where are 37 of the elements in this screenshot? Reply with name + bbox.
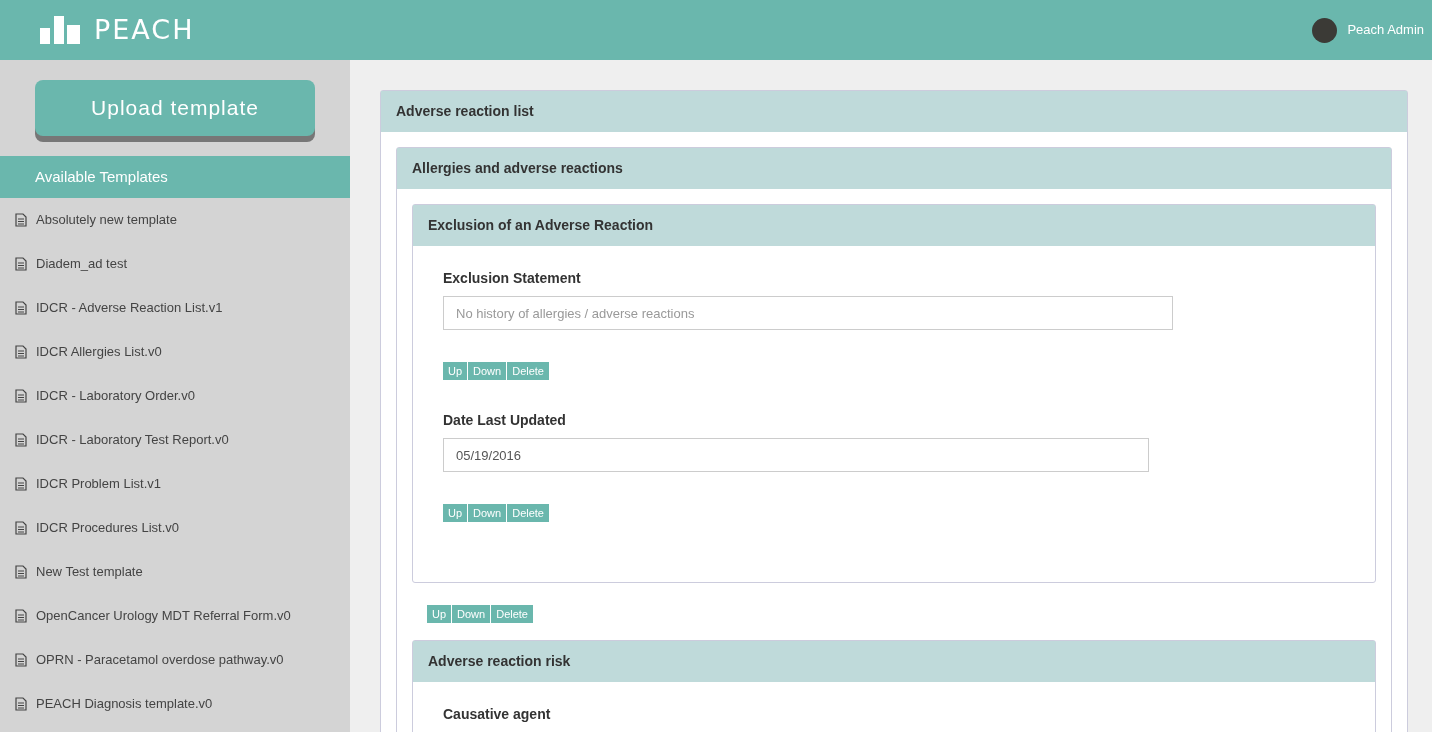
template-link[interactable]: IDCR - Adverse Reaction List.v1: [36, 298, 223, 318]
document-icon: [15, 697, 27, 711]
date-field[interactable]: 05/19/2016: [443, 438, 1149, 472]
input-field[interactable]: No history of allergies / adverse reactions: [443, 296, 1173, 330]
logo-text: PEACH: [94, 12, 195, 47]
template-link[interactable]: IDCR Problem List.v1: [36, 474, 161, 494]
document-icon: [15, 565, 27, 579]
document-icon: [15, 477, 27, 491]
field-label: Date Last Updated: [443, 411, 566, 430]
template-link[interactable]: PEACH Diagnosis template.v0: [36, 694, 213, 714]
template-link[interactable]: IDCR Procedures List.v0: [36, 518, 180, 538]
field-label: Causative agent: [443, 705, 551, 724]
document-icon: [15, 213, 27, 227]
group-title: Exclusion of an Adverse Reaction: [413, 205, 1375, 246]
document-icon: [15, 653, 27, 667]
template-link[interactable]: New Test template: [36, 562, 143, 582]
sidebar-heading: Available Templates: [0, 156, 350, 198]
avatar: [1312, 17, 1338, 43]
document-icon: [15, 345, 27, 359]
template-link[interactable]: Diadem_ad test: [36, 254, 128, 274]
template-link[interactable]: IDCR - Laboratory Order.v0: [36, 386, 195, 406]
document-icon: [15, 521, 27, 535]
template-link[interactable]: IDCR - Laboratory Test Report.v0: [36, 430, 229, 450]
document-icon: [15, 433, 27, 447]
document-icon: [15, 257, 27, 271]
document-icon: [15, 301, 27, 315]
template-link[interactable]: OpenCancer Urology MDT Referral Form.v0: [36, 606, 291, 626]
logo-icon: [40, 16, 80, 44]
template-link[interactable]: OPRN - Paracetamol overdose pathway.v0: [36, 650, 284, 670]
panel-title: Adverse reaction list: [381, 91, 1407, 132]
group-title: Adverse reaction risk: [413, 641, 1375, 682]
document-icon: [15, 609, 27, 623]
template-link[interactable]: Absolutely new template: [36, 210, 177, 230]
section-title: Allergies and adverse reactions: [397, 148, 1391, 189]
field-label: Exclusion Statement: [443, 269, 581, 288]
document-icon: [15, 389, 27, 403]
template-link[interactable]: IDCR Allergies List.v0: [36, 342, 162, 362]
